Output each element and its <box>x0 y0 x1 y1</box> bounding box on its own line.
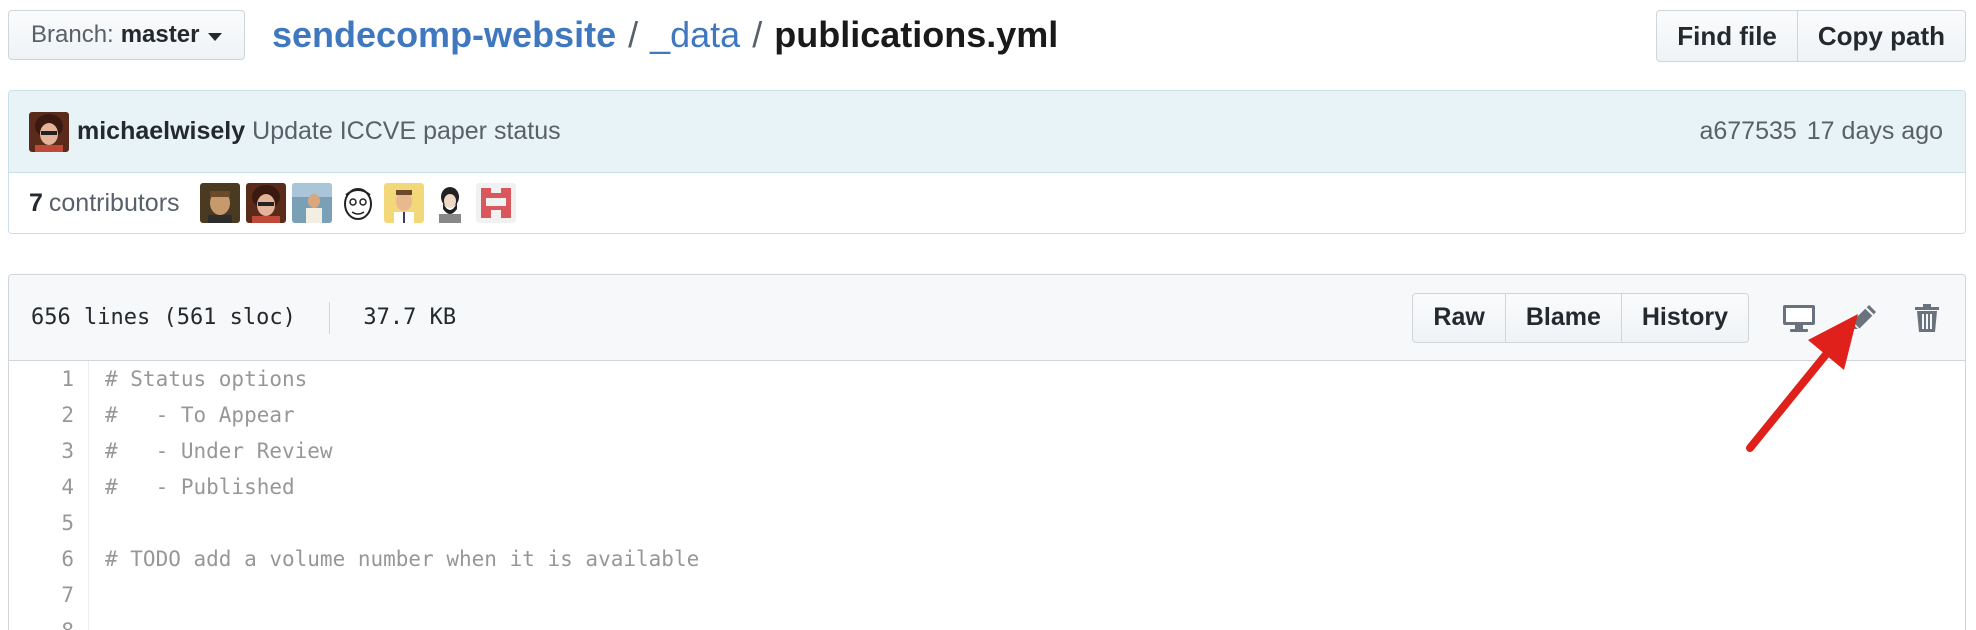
contributor-avatar[interactable] <box>475 183 516 223</box>
code-line: 4 # - Published <box>9 469 1965 505</box>
contributors-count: 7 <box>29 188 43 217</box>
breadcrumb-repo-link[interactable]: sendecomp-website <box>272 14 616 56</box>
breadcrumb-folder-link[interactable]: _data <box>650 14 740 56</box>
contributor-avatar[interactable] <box>291 183 332 223</box>
code-line: 1 # Status options <box>9 361 1965 397</box>
file-code-blob: 1 # Status options 2 # - To Appear 3 # -… <box>9 361 1965 630</box>
file-actions: Raw Blame History <box>1412 292 1951 343</box>
branch-select-button[interactable]: Branch: master <box>8 10 246 60</box>
file-content-box: 656 lines (561 sloc) 37.7 KB Raw Blame H… <box>8 274 1966 630</box>
code-line: 5 <box>9 505 1965 541</box>
code-line: 6 # TODO add a volume number when it is … <box>9 541 1965 577</box>
edit-file-button[interactable] <box>1839 294 1887 342</box>
find-file-button[interactable]: Find file <box>1656 10 1798 62</box>
contributor-avatar[interactable] <box>199 183 240 223</box>
line-number[interactable]: 2 <box>9 397 89 433</box>
history-button[interactable]: History <box>1620 292 1749 343</box>
commit-meta: a677535 17 days ago <box>1699 117 1943 146</box>
code-line: 7 <box>9 577 1965 613</box>
commit-sha-link[interactable]: a677535 <box>1699 117 1796 146</box>
latest-commit: michaelwisely Update ICCVE paper status … <box>9 91 1965 173</box>
file-header: 656 lines (561 sloc) 37.7 KB Raw Blame H… <box>9 275 1965 361</box>
contributor-avatar-list <box>199 183 516 223</box>
contributor-avatar[interactable] <box>429 183 470 223</box>
file-navigation: Branch: master sendecomp-website / _data… <box>0 0 1976 76</box>
line-number[interactable]: 6 <box>9 541 89 577</box>
code-text: # - Under Review <box>105 439 333 463</box>
branch-prefix: Branch: <box>31 21 114 48</box>
line-number[interactable]: 4 <box>9 469 89 505</box>
commit-author-link[interactable]: michaelwisely <box>77 117 245 146</box>
contributors-label: contributors <box>48 188 180 217</box>
commit-author-avatar[interactable] <box>29 111 69 152</box>
breadcrumb: sendecomp-website / _data / publications… <box>272 10 1058 60</box>
contributor-avatar[interactable] <box>245 183 286 223</box>
branch-name: master <box>120 21 200 48</box>
breadcrumb-separator: / <box>752 14 763 55</box>
file-line-count: 656 lines (561 sloc) <box>31 304 296 330</box>
contributor-avatar[interactable] <box>383 183 424 223</box>
line-number[interactable]: 5 <box>9 505 89 541</box>
code-text: # - Published <box>105 475 295 499</box>
code-line: 8 <box>9 613 1965 630</box>
file-info: 656 lines (561 sloc) 37.7 KB <box>31 301 457 334</box>
desktop-icon <box>1783 304 1815 332</box>
pencil-icon <box>1851 304 1876 330</box>
code-line: 3 # - Under Review <box>9 433 1965 469</box>
blame-button[interactable]: Blame <box>1504 292 1622 343</box>
open-desktop-button[interactable] <box>1775 294 1823 342</box>
line-number[interactable]: 7 <box>9 577 89 613</box>
trash-icon <box>1915 303 1939 332</box>
breadcrumb-separator: / <box>628 14 639 55</box>
file-size: 37.7 KB <box>363 304 457 330</box>
contributors-bar[interactable]: 7 contributors <box>9 173 1965 233</box>
file-info-divider <box>329 301 331 334</box>
line-number[interactable]: 8 <box>9 613 89 630</box>
code-text: # Status options <box>105 367 308 391</box>
line-number[interactable]: 1 <box>9 361 89 397</box>
github-file-view: Branch: master sendecomp-website / _data… <box>0 0 1976 630</box>
line-number[interactable]: 3 <box>9 433 89 469</box>
file-view-buttons: Raw Blame History <box>1412 292 1749 343</box>
raw-button[interactable]: Raw <box>1412 292 1506 343</box>
file-nav-buttons: Find file Copy path <box>1656 10 1966 62</box>
code-text: # TODO add a volume number when it is av… <box>105 547 700 571</box>
code-text: # - To Appear <box>105 403 295 427</box>
copy-path-button[interactable]: Copy path <box>1796 10 1966 62</box>
commit-tease-box: michaelwisely Update ICCVE paper status … <box>8 90 1966 234</box>
commit-age: 17 days ago <box>1806 117 1943 145</box>
code-line: 2 # - To Appear <box>9 397 1965 433</box>
breadcrumb-file-name: publications.yml <box>774 14 1059 55</box>
caret-down-icon <box>208 32 223 41</box>
commit-message-link[interactable]: Update ICCVE paper status <box>252 117 561 146</box>
delete-file-button[interactable] <box>1903 294 1951 342</box>
contributor-avatar[interactable] <box>337 183 378 223</box>
